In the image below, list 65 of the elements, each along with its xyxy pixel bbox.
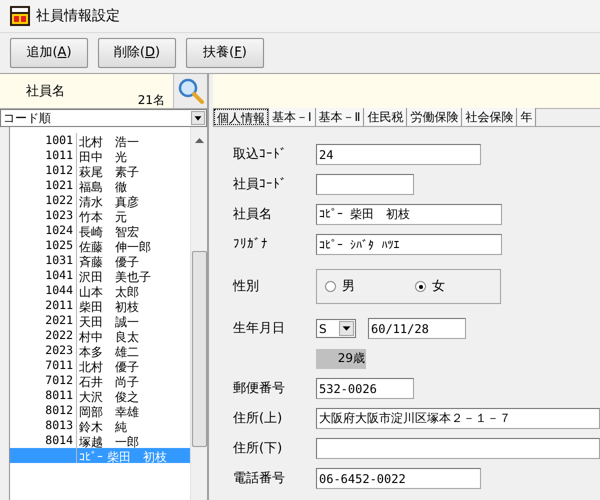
- age-display: 29歳: [316, 348, 366, 368]
- employee-row[interactable]: 8012 岡部 幸雄: [10, 403, 190, 418]
- employee-row[interactable]: 1001 北村 浩一: [10, 133, 190, 148]
- employee-row[interactable]: 1023 竹本 元: [10, 208, 190, 223]
- field-label: 住所(上): [233, 410, 284, 428]
- radio-option[interactable]: 女: [415, 276, 445, 296]
- employee-row[interactable]: 1011 田中 光: [10, 148, 190, 163]
- toolbar-button[interactable]: 削除(D): [98, 38, 176, 68]
- employee-count: 21名: [136, 92, 166, 108]
- text-field[interactable]: 大阪府大阪市淀川区塚本２－１－７: [316, 408, 600, 429]
- era-dropdown[interactable]: S: [316, 319, 356, 338]
- field-label: 性別: [233, 278, 260, 296]
- employee-row[interactable]: 1025 佐藤 伸一郎: [10, 238, 190, 253]
- app-icon: [10, 6, 30, 26]
- text-field[interactable]: 60/11/28: [368, 318, 466, 339]
- tab[interactable]: 年: [517, 108, 536, 126]
- employee-row[interactable]: 2011 柴田 初枝: [10, 298, 190, 313]
- employee-row[interactable]: 1044 山本 太郎: [10, 283, 190, 298]
- text-field[interactable]: 532-0026: [316, 378, 414, 399]
- employee-row[interactable]: 7012 石井 尚子: [10, 373, 190, 388]
- scrollbar[interactable]: [190, 127, 207, 500]
- employee-row[interactable]: 1022 清水 真彦: [10, 193, 190, 208]
- field-label: 社員ｺｰﾄﾞ: [233, 176, 288, 194]
- caret-icon: [191, 111, 205, 125]
- employee-row[interactable]: 8011 大沢 俊之: [10, 388, 190, 403]
- employee-row[interactable]: 8013 鈴木 純: [10, 418, 190, 433]
- window-title: 社員情報設定: [36, 6, 120, 26]
- employee-row[interactable]: 1012 萩尾 素子: [10, 163, 190, 178]
- employee-row[interactable]: 1024 長崎 智宏: [10, 223, 190, 238]
- text-field[interactable]: ｺﾋﾟｰ ｼﾊﾞﾀ ﾊﾂｴ: [316, 234, 502, 255]
- employee-row[interactable]: 2022 村中 良太: [10, 328, 190, 343]
- toolbar-button[interactable]: 追加(A): [10, 38, 88, 68]
- radio-option[interactable]: 男: [325, 276, 355, 296]
- field-label: 郵便番号: [233, 380, 286, 398]
- tab[interactable]: 基本－Ⅱ: [316, 108, 364, 126]
- text-field[interactable]: 06-6452-0022: [316, 468, 481, 489]
- tab[interactable]: 労働保険: [407, 108, 462, 126]
- search-button[interactable]: [173, 74, 207, 108]
- employee-row[interactable]: 2021 天田 誠一: [10, 313, 190, 328]
- header-label: 社員名: [25, 83, 66, 101]
- employee-row[interactable]: 1031 斉藤 優子: [10, 253, 190, 268]
- text-field[interactable]: 24: [316, 144, 481, 165]
- field-label: 電話番号: [233, 470, 286, 488]
- text-field[interactable]: ｺﾋﾟｰ 柴田 初枝: [316, 204, 502, 225]
- tab[interactable]: 個人情報: [213, 108, 269, 126]
- employee-row[interactable]: 2023 本多 雄二: [10, 343, 190, 358]
- scroll-thumb[interactable]: [192, 251, 206, 447]
- field-label: 生年月日: [233, 320, 286, 338]
- caret-icon: [339, 321, 354, 336]
- text-field[interactable]: [316, 438, 600, 459]
- employee-row[interactable]: 7011 北村 優子: [10, 358, 190, 373]
- toolbar-button[interactable]: 扶養(F): [186, 38, 264, 68]
- search-icon: [178, 78, 204, 104]
- field-label: ﾌﾘｶﾞﾅ: [233, 236, 269, 254]
- scroll-up-icon: [194, 137, 204, 143]
- tab[interactable]: 住民税: [364, 108, 408, 126]
- employee-row[interactable]: 1021 福島 徹: [10, 178, 190, 193]
- field-label: 住所(下): [233, 440, 284, 458]
- text-field[interactable]: [316, 174, 414, 195]
- field-label: 取込ｺｰﾄﾞ: [233, 146, 288, 164]
- field-label: 社員名: [233, 206, 273, 224]
- tab[interactable]: 社会保険: [462, 108, 518, 126]
- tab[interactable]: 基本－Ⅰ: [269, 108, 316, 126]
- sort-dropdown[interactable]: コード順: [0, 109, 207, 127]
- employee-row[interactable]: 1041 沢田 美也子: [10, 268, 190, 283]
